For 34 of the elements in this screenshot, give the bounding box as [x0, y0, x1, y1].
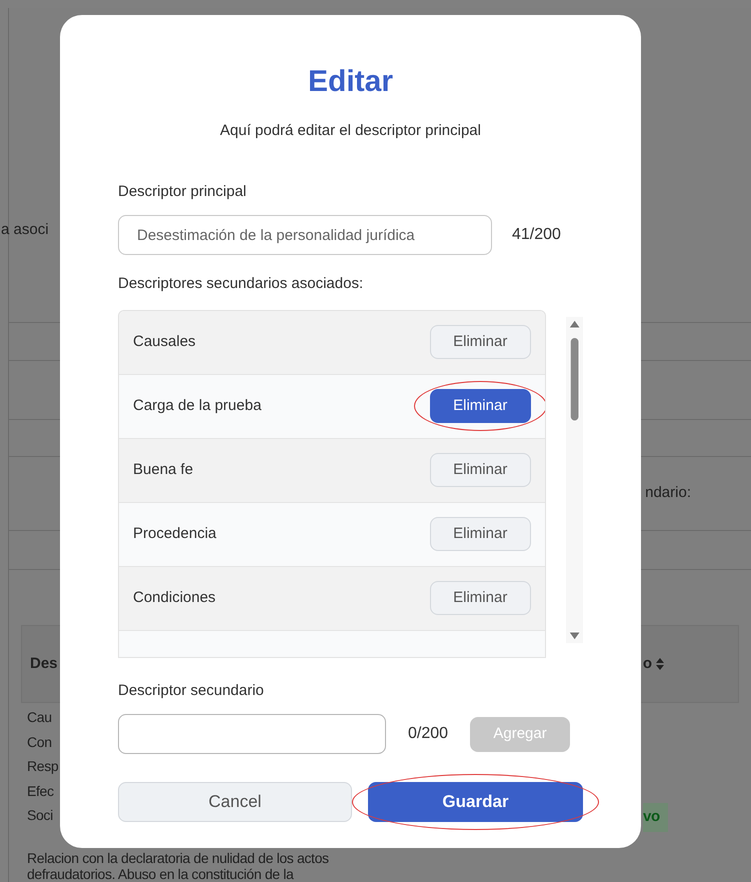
column-header: o: [642, 654, 652, 674]
descriptor-name: Causales: [133, 332, 196, 352]
table-cell: Relacion con la declaratoria de nulidad de los actos: [27, 850, 329, 866]
table-cell-text: Cau: [27, 708, 52, 728]
delete-button[interactable]: Eliminar: [430, 517, 531, 551]
field-label: Descriptor principal: [118, 182, 248, 202]
table-cell-text: Efec: [27, 782, 54, 801]
status-badge: vo: [643, 803, 668, 832]
table-cell-text: Soci: [27, 806, 53, 826]
delete-button[interactable]: Eliminar: [430, 581, 531, 615]
descriptor-field[interactable]: Desestimación de la personalidad jurídica: [118, 215, 492, 255]
table-cell: defraudatorios. Abuso en la constitución de la: [27, 866, 294, 882]
table-cell-text: Con: [27, 732, 52, 752]
field-label: Descriptor secundario: [118, 680, 265, 700]
dialog-subtitle: Aquí podrá editar el descriptor principal: [219, 121, 482, 141]
descriptor-name: Buena fe: [133, 460, 194, 480]
character-counter: 41/200: [512, 225, 561, 245]
field-label: Descriptores secundarios asociados:: [118, 274, 364, 294]
descriptor-name: Procedencia: [133, 524, 216, 544]
descriptor-name: Condiciones: [133, 588, 216, 608]
save-button[interactable]: Guardar: [368, 782, 583, 822]
descriptor-name: Carga de la prueba: [133, 396, 262, 416]
field-label: ndario:: [645, 482, 691, 503]
sort-icon: [656, 658, 664, 670]
column-header: Des: [30, 654, 58, 674]
character-counter: 0/200: [408, 724, 448, 744]
dialog-title: Editar: [306, 64, 394, 100]
secondary-descriptor-field[interactable]: [118, 714, 386, 754]
delete-button[interactable]: Eliminar: [430, 389, 531, 423]
delete-button[interactable]: Eliminar: [430, 325, 531, 359]
cancel-button[interactable]: Cancel: [118, 782, 352, 822]
field-label: a asoci: [1, 220, 49, 240]
delete-button[interactable]: Eliminar: [430, 453, 531, 487]
table-cell-text: Resp: [27, 757, 58, 776]
